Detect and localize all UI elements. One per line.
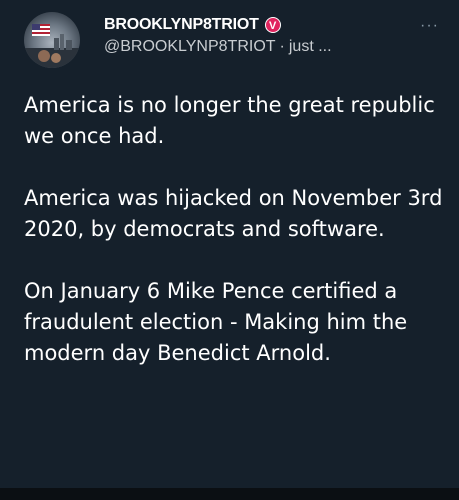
tweet-paragraph: America was hijacked on November 3rd 202… xyxy=(24,186,443,241)
flag-icon xyxy=(32,24,50,36)
tweet-text: America is no longer the great republic … xyxy=(24,90,444,400)
more-options-button[interactable]: ··· xyxy=(420,18,439,34)
avatar-image xyxy=(24,24,80,68)
tweet-paragraph: On January 6 Mike Pence certified a frau… xyxy=(24,279,408,365)
verified-badge-icon: V xyxy=(264,17,281,33)
handle[interactable]: @BROOKLYNP8TRIOT xyxy=(104,38,276,55)
separator-dot: · xyxy=(279,38,285,55)
bottom-edge xyxy=(0,488,459,500)
tweet-card: BROOKLYNP8TRIOT V @BROOKLYNP8TRIOT · just … xyxy=(0,0,459,488)
avatar[interactable] xyxy=(24,12,80,68)
more-horizontal-icon: ··· xyxy=(420,17,439,34)
timestamp[interactable]: just ... xyxy=(289,38,332,55)
author-name-row: BROOKLYNP8TRIOT V xyxy=(104,14,281,36)
display-name[interactable]: BROOKLYNP8TRIOT xyxy=(104,16,259,34)
tweet-paragraph: America is no longer the great republic … xyxy=(24,93,435,148)
author-handle-row: @BROOKLYNP8TRIOT · just ... xyxy=(104,38,332,56)
